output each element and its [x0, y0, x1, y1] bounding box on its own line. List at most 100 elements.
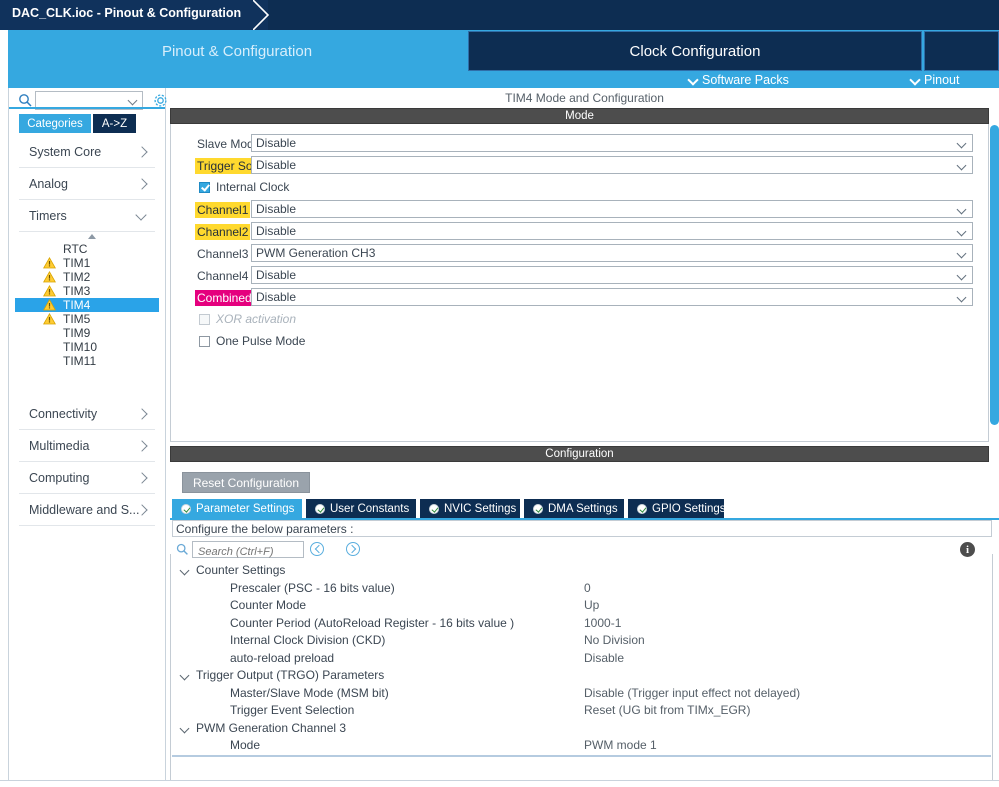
- tree-group-counter-settings[interactable]: Counter Settings: [172, 562, 991, 580]
- peripheral-scroll-up-icon[interactable]: [9, 232, 165, 242]
- parameter-value[interactable]: Up: [584, 597, 599, 615]
- parameter-value[interactable]: 500: [584, 755, 604, 758]
- sidebar-item-tim9[interactable]: TIM9: [15, 326, 159, 340]
- sidebar-category-multimedia[interactable]: Multimedia: [19, 430, 155, 462]
- tab-gpio-settings[interactable]: GPIO Settings: [628, 499, 726, 518]
- parameter-value[interactable]: Disable: [584, 650, 624, 668]
- chevron-down-icon[interactable]: [958, 272, 967, 281]
- tab-nvic-settings[interactable]: NVIC Settings: [420, 499, 520, 518]
- mode-select-channel3[interactable]: PWM Generation CH3: [251, 244, 973, 262]
- parameter-value[interactable]: PWM mode 1: [584, 737, 657, 755]
- parameter-search-box[interactable]: [192, 541, 304, 559]
- chevron-down-icon[interactable]: [137, 211, 147, 221]
- warning-icon: [43, 270, 56, 283]
- sidebar-item-tim4[interactable]: TIM4: [15, 298, 159, 312]
- sidebar-search-input[interactable]: [36, 93, 124, 108]
- chevron-right-icon[interactable]: [137, 179, 147, 189]
- checkbox-icon[interactable]: [199, 335, 210, 347]
- parameter-value[interactable]: 0: [584, 580, 591, 598]
- tree-row[interactable]: Counter Mode Up: [172, 597, 991, 615]
- chevron-down-icon[interactable]: [129, 97, 138, 106]
- mode-select-value: Disable: [256, 224, 297, 238]
- parameter-value[interactable]: Disable (Trigger input effect not delaye…: [584, 685, 800, 703]
- sidebar-item-tim2[interactable]: TIM2: [15, 270, 159, 284]
- parameter-search-row: [170, 540, 999, 560]
- sidebar-item-tim5[interactable]: TIM5: [15, 312, 159, 326]
- search-previous-icon[interactable]: [310, 542, 324, 556]
- checkbox-icon[interactable]: [199, 181, 210, 193]
- tab-categories[interactable]: Categories: [19, 114, 91, 133]
- mode-panel-scrollbar[interactable]: [989, 124, 999, 442]
- sidebar-category-system-core[interactable]: System Core: [19, 136, 155, 168]
- sidebar-item-tim3[interactable]: TIM3: [15, 284, 159, 298]
- parameter-value[interactable]: No Division: [584, 632, 645, 650]
- chevron-right-icon[interactable]: [137, 473, 147, 483]
- parameter-search-input[interactable]: [196, 545, 300, 559]
- tab-pinout-configuration[interactable]: Pinout & Configuration: [8, 31, 466, 71]
- tree-row[interactable]: Mode PWM mode 1: [172, 737, 991, 755]
- chevron-right-icon[interactable]: [137, 505, 147, 515]
- tree-group-pwm-generation-channel-3[interactable]: PWM Generation Channel 3: [172, 720, 991, 738]
- tree-row[interactable]: Counter Period (AutoReload Register - 16…: [172, 615, 991, 633]
- check-circle-icon: [315, 503, 325, 514]
- sidebar-category-label: Middleware and S...: [29, 502, 140, 517]
- chevron-down-icon[interactable]: [958, 206, 967, 215]
- mode-panel-scrollbar-thumb[interactable]: [990, 125, 999, 425]
- chevron-down-icon[interactable]: [181, 672, 190, 681]
- chevron-down-icon[interactable]: [181, 567, 190, 576]
- tab-a-to-z[interactable]: A->Z: [93, 114, 136, 133]
- sidebar-item-tim10[interactable]: TIM10: [15, 340, 159, 354]
- tab-clock-configuration[interactable]: Clock Configuration: [468, 31, 922, 71]
- mode-checkbox-row-one-pulse-mode: One Pulse Mode: [171, 332, 988, 352]
- tree-row[interactable]: Internal Clock Division (CKD) No Division: [172, 632, 991, 650]
- sidebar-category-analog[interactable]: Analog: [19, 168, 155, 200]
- chevron-right-icon[interactable]: [137, 147, 147, 157]
- mode-label-channel3: Channel3: [197, 247, 249, 261]
- chevron-down-icon: [910, 74, 920, 84]
- parameter-value[interactable]: 1000-1: [584, 615, 621, 633]
- mode-select-combined-channels[interactable]: Disable: [251, 288, 973, 306]
- sidebar-item-rtc[interactable]: RTC: [15, 242, 159, 256]
- chevron-right-icon[interactable]: [137, 409, 147, 419]
- chevron-down-icon[interactable]: [958, 162, 967, 171]
- tree-row[interactable]: Prescaler (PSC - 16 bits value) 0: [172, 580, 991, 598]
- parameter-value[interactable]: Reset (UG bit from TIMx_EGR): [584, 702, 750, 720]
- tree-row[interactable]: Pulse (16 bits value) 500: [172, 754, 991, 758]
- tab-label: User Constants: [330, 502, 410, 515]
- sidebar-category-connectivity[interactable]: Connectivity: [19, 398, 155, 430]
- tree-row[interactable]: auto-reload preload Disable: [172, 650, 991, 668]
- left-sidebar: Categories A->Z System Core Analog Timers …: [8, 88, 167, 782]
- mode-checkbox-internal-clock[interactable]: Internal Clock: [199, 178, 289, 196]
- sidebar-category-middleware-and-s[interactable]: Middleware and S...: [19, 494, 155, 526]
- tab-parameter-settings[interactable]: Parameter Settings: [172, 499, 302, 518]
- main-content: TIM4 Mode and Configuration Mode Slave M…: [170, 88, 999, 782]
- mode-select-channel1[interactable]: Disable: [251, 200, 973, 218]
- chevron-down-icon[interactable]: [181, 725, 190, 734]
- sidebar-item-tim11[interactable]: TIM11: [15, 354, 159, 368]
- chevron-down-icon[interactable]: [958, 250, 967, 259]
- tree-group-trigger-output-trgo-parameters[interactable]: Trigger Output (TRGO) Parameters: [172, 667, 991, 685]
- menu-pinout[interactable]: Pinout: [910, 72, 959, 88]
- mode-checkbox-one-pulse-mode[interactable]: One Pulse Mode: [199, 332, 305, 350]
- chevron-down-icon[interactable]: [958, 140, 967, 149]
- reset-configuration-button[interactable]: Reset Configuration: [182, 472, 310, 493]
- chevron-right-icon[interactable]: [137, 441, 147, 451]
- mode-select-slave-mode[interactable]: Disable: [251, 134, 973, 152]
- tree-row[interactable]: Master/Slave Mode (MSM bit) Disable (Trig…: [172, 685, 991, 703]
- tab-extra[interactable]: [924, 31, 999, 71]
- tree-row[interactable]: Trigger Event Selection Reset (UG bit fro…: [172, 702, 991, 720]
- tab-dma-settings[interactable]: DMA Settings: [524, 499, 624, 518]
- chevron-down-icon[interactable]: [958, 294, 967, 303]
- mode-select-channel4[interactable]: Disable: [251, 266, 973, 284]
- menu-software-packs[interactable]: Software Packs: [688, 72, 789, 88]
- tab-user-constants[interactable]: User Constants: [306, 499, 416, 518]
- ribbon-secondary-row: Software Packs Pinout: [8, 72, 999, 88]
- mode-select-trigger-source[interactable]: Disable: [251, 156, 973, 174]
- mode-select-channel2[interactable]: Disable: [251, 222, 973, 240]
- sidebar-category-timers[interactable]: Timers: [19, 200, 155, 232]
- search-next-icon[interactable]: [346, 542, 360, 556]
- sidebar-category-computing[interactable]: Computing: [19, 462, 155, 494]
- sidebar-item-tim1[interactable]: TIM1: [15, 256, 159, 270]
- chevron-down-icon[interactable]: [958, 228, 967, 237]
- info-icon[interactable]: i: [960, 542, 975, 557]
